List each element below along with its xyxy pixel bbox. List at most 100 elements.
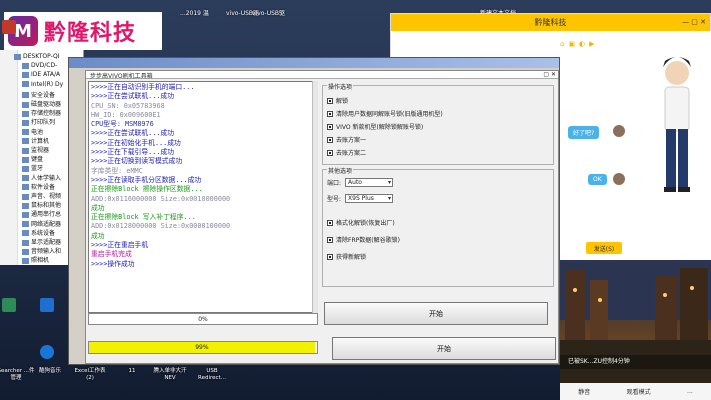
device-tree-label: Intel(R) Dy <box>31 80 64 88</box>
device-tree-item[interactable]: 计算机 <box>22 136 49 145</box>
device-icon <box>22 248 29 255</box>
checkbox[interactable] <box>327 110 333 117</box>
device-tree-item[interactable]: DVD/CD- <box>22 62 57 69</box>
operation-options-group: 操作选项 解锁清除用户数据同解账号锁(旧版通用机型) VIVO 新款机型(解除锁解… <box>322 82 554 165</box>
desktop-label[interactable]: USB Redirect... <box>192 368 232 382</box>
tool-inner-title-bar[interactable]: 步步高VIVO刷机工具箱 ▢ ✕ <box>86 71 558 80</box>
brand-logo: M 黔隆科技 <box>4 12 162 50</box>
device-icon <box>22 175 29 182</box>
device-tree-label: 电池 <box>31 128 44 136</box>
device-tree-item[interactable]: 打印队列 <box>22 117 55 126</box>
checkbox[interactable] <box>327 136 333 143</box>
device-tree-label: 安全设备 <box>31 91 56 99</box>
device-tree-item[interactable]: 鼠标和其他 <box>22 200 61 209</box>
explorer-sidebar <box>0 50 18 265</box>
mute-button[interactable]: 静音 <box>578 387 590 396</box>
send-button[interactable]: 发送(S) <box>586 242 622 254</box>
device-tree-item[interactable]: 软件设备 <box>22 182 55 191</box>
device-tree-item[interactable]: 存储控制器 <box>22 108 61 117</box>
desktop-label[interactable]: 11 <box>112 368 152 375</box>
log-line: >>>>正在重启手机 <box>91 241 149 250</box>
app-icon[interactable] <box>40 345 54 359</box>
option-checkbox[interactable]: VIVO 新款机型(解除锁解账号锁) <box>327 122 423 131</box>
device-tree-item[interactable]: 磁盘驱动器 <box>22 99 61 108</box>
desktop-label[interactable]: Excel工作表 (2) <box>70 368 110 382</box>
device-tree-label: DVD/CD- <box>31 62 58 70</box>
option-checkbox[interactable]: 解锁 <box>327 96 348 105</box>
device-tree-item[interactable]: IDE ATA/A <box>22 71 60 78</box>
device-tree-item[interactable]: 声音、视频 <box>22 191 61 200</box>
checkbox[interactable] <box>327 236 333 243</box>
tool-inner-window: 步步高VIVO刷机工具箱 ▢ ✕ >>>>正在自动识别手机的端口... >>>>正… <box>85 70 559 364</box>
excel-icon[interactable] <box>2 298 16 312</box>
option-checkbox[interactable]: 格式化解锁(恢复出厂) <box>327 218 395 227</box>
device-tree-item[interactable]: 系统设备 <box>22 228 55 237</box>
option-checkbox[interactable]: 去账方案一 <box>327 135 366 144</box>
group-title: 操作选项 <box>327 82 354 91</box>
device-icon <box>22 211 29 218</box>
option-label: 去账方案二 <box>336 150 367 157</box>
watch-mode-button[interactable]: 观看模式 <box>627 387 651 396</box>
log-line: >>>>正在尝试联机...成功 <box>91 129 175 138</box>
chat-title-bar[interactable]: 黔隆科技 <box>391 14 710 31</box>
checkbox[interactable] <box>327 123 333 130</box>
device-icon <box>22 138 29 145</box>
device-tree-item[interactable]: 人体学输入 <box>22 173 61 182</box>
device-tree-item[interactable]: 音频输入和 <box>22 246 61 255</box>
chat-avatar-panel <box>641 31 711 264</box>
device-tree-item[interactable]: 监视器 <box>22 145 49 154</box>
option-label: 去账方案一 <box>336 137 367 144</box>
port-select[interactable]: Auto <box>345 178 394 187</box>
device-tree-item[interactable]: 通用串行总 <box>22 209 61 218</box>
start-button-2[interactable]: 开始 <box>332 337 556 360</box>
desktop-label[interactable]: 酷狗音乐 <box>30 368 70 375</box>
option-checkbox[interactable]: 获得新解锁 <box>327 252 366 261</box>
checkbox[interactable] <box>327 219 333 226</box>
option-checkbox[interactable]: 清除FRP数据(解谷歌锁) <box>327 235 400 244</box>
device-tree-label: IDE ATA/A <box>31 71 61 79</box>
log-line: 正在擦除Block 擦除操作区数据... <box>91 185 203 194</box>
chat-toolbar[interactable]: ⌂▣◐▶ <box>560 40 599 48</box>
character-avatar-icon <box>663 57 691 192</box>
app-icon[interactable] <box>40 298 54 312</box>
device-tree-item[interactable]: 安全设备 <box>22 90 55 99</box>
device-tree-item[interactable]: Intel(R) Dy <box>22 81 63 88</box>
log-line: 成功 <box>91 231 105 240</box>
option-checkbox[interactable]: 去账方案二 <box>327 148 366 157</box>
window-controls[interactable]: — ▢ ✕ <box>682 18 706 26</box>
device-tree-item[interactable]: 显示适配器 <box>22 237 61 246</box>
device-tree-item[interactable]: 蓝牙 <box>22 163 43 172</box>
chat-bubble: OK <box>588 174 607 185</box>
app-icon[interactable] <box>2 20 16 34</box>
log-line: ADD:0x0128000000 Size:0x0000100000 <box>91 222 231 231</box>
chat-title: 黔隆科技 <box>534 18 567 27</box>
tool-title: 步步高VIVO刷机工具箱 <box>90 73 153 80</box>
device-tree-item[interactable]: DESKTOP-QI <box>14 53 59 60</box>
device-tree-label: 显示适配器 <box>31 239 62 246</box>
device-icon <box>22 165 29 172</box>
desktop-label[interactable]: vivo-USB驱 <box>252 8 285 17</box>
device-icon <box>22 202 29 209</box>
tool-title-bar[interactable] <box>69 58 559 68</box>
checkbox[interactable] <box>327 149 333 156</box>
more-button[interactable]: ... <box>687 388 693 395</box>
device-icon <box>22 230 29 237</box>
device-tree-item[interactable]: 照相机 <box>22 255 49 264</box>
device-tree-item[interactable]: 键盘 <box>22 154 43 163</box>
device-tree-item[interactable]: 网络适配器 <box>22 219 61 228</box>
log-scrollbar[interactable] <box>312 81 318 313</box>
desktop-label[interactable]: ...2019 温 <box>180 8 209 17</box>
device-tree-label: 系统设备 <box>31 229 56 237</box>
checkbox[interactable] <box>327 97 333 104</box>
log-line: >>>>操作成功 <box>91 259 135 268</box>
checkbox[interactable] <box>327 253 333 260</box>
device-tree-item[interactable]: 电池 <box>22 127 43 136</box>
desktop-label[interactable]: 腾入单非大汗 NEV <box>150 368 190 382</box>
device-icon <box>22 92 29 99</box>
progress-bar-1: 0% <box>88 313 318 325</box>
option-checkbox[interactable]: 清除用户数据同解账号锁(旧版通用机型) <box>327 109 443 118</box>
window-controls[interactable]: ▢ ✕ <box>543 71 556 78</box>
model-select[interactable]: X9S Plus <box>345 194 394 203</box>
device-icon <box>22 101 29 108</box>
start-button-1[interactable]: 开始 <box>324 302 548 325</box>
